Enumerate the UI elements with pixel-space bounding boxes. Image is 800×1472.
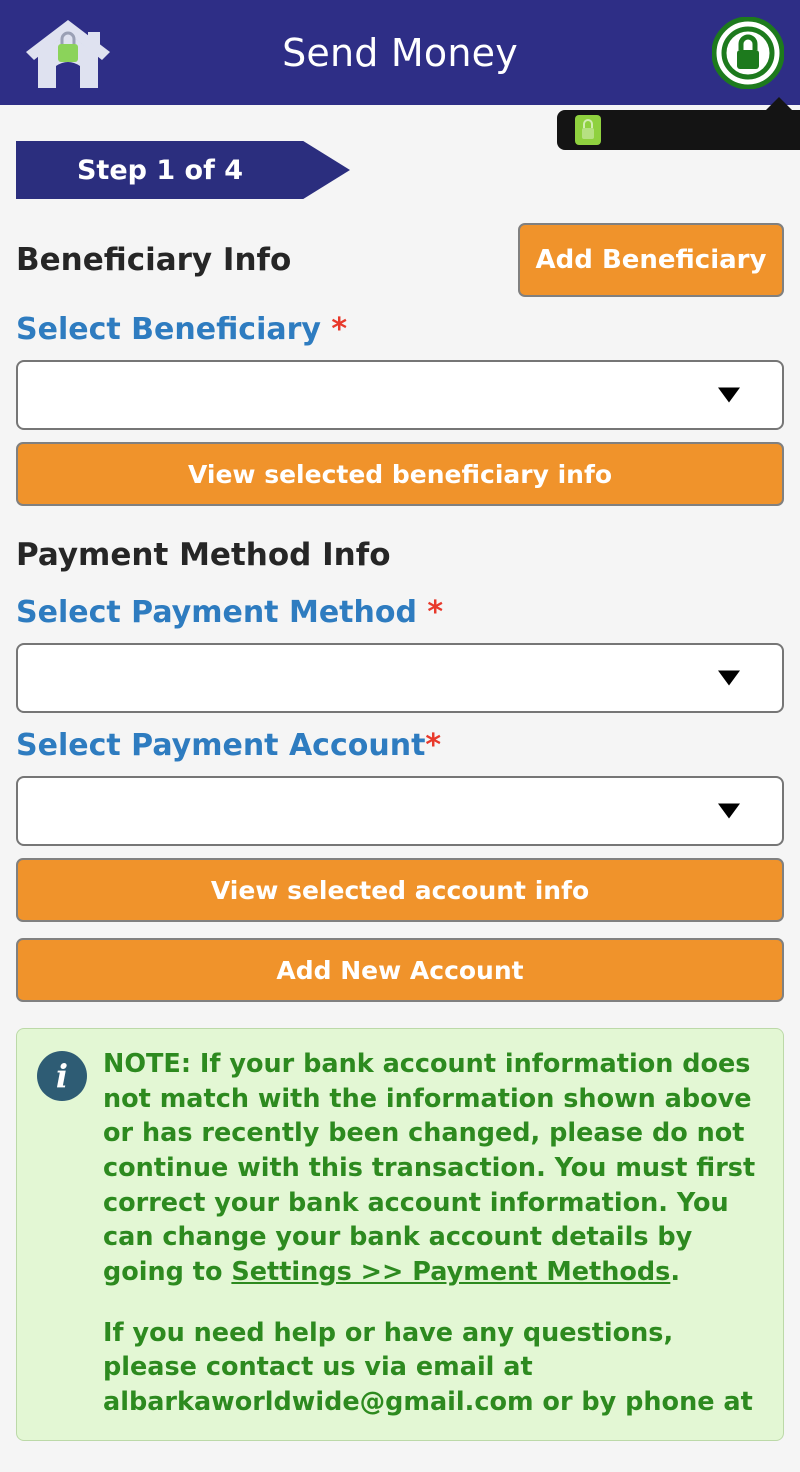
select-beneficiary-label-text: Select Beneficiary (16, 312, 321, 347)
green-lock-icon (575, 115, 601, 145)
beneficiary-section-title: Beneficiary Info (16, 242, 292, 278)
chevron-down-icon (718, 387, 740, 403)
select-payment-method-label-text: Select Payment Method (16, 595, 417, 630)
select-payment-method-label: Select Payment Method * (16, 596, 784, 629)
view-account-info-button[interactable]: View selected account info (16, 858, 784, 922)
select-beneficiary-dropdown[interactable] (16, 360, 784, 430)
main-content: Beneficiary Info Add Beneficiary Select … (0, 223, 800, 1441)
note-text-container: NOTE: If your bank account information d… (103, 1047, 761, 1420)
required-asterisk: * (425, 728, 442, 763)
payment-header-row: Payment Method Info (16, 530, 784, 580)
note-paragraph-1: NOTE: If your bank account information d… (103, 1047, 761, 1290)
note-paragraph-1-part-1: NOTE: If your bank account information d… (103, 1049, 756, 1288)
view-beneficiary-info-button[interactable]: View selected beneficiary info (16, 442, 784, 506)
note-paragraph-1-part-2: . (670, 1257, 681, 1288)
select-payment-account-dropdown[interactable] (16, 776, 784, 846)
select-beneficiary-label: Select Beneficiary * (16, 313, 784, 346)
page-title: Send Money (282, 30, 518, 75)
add-beneficiary-button[interactable]: Add Beneficiary (518, 223, 784, 297)
beneficiary-header-row: Beneficiary Info Add Beneficiary (16, 223, 784, 297)
select-payment-account-label-text: Select Payment Account (16, 728, 426, 763)
note-paragraph-2: If you need help or have any questions, … (103, 1317, 753, 1418)
step-banner: Step 1 of 4 (16, 141, 350, 199)
required-asterisk: * (331, 312, 348, 347)
step-label: Step 1 of 4 (76, 154, 244, 186)
required-asterisk: * (427, 595, 444, 630)
settings-payment-methods-link[interactable]: Settings >> Payment Methods (231, 1257, 670, 1287)
secure-lock-circle-icon[interactable] (711, 16, 785, 89)
add-new-account-button[interactable]: Add New Account (16, 938, 784, 1002)
payment-section-title: Payment Method Info (16, 537, 391, 573)
note-box: i NOTE: If your bank account information… (16, 1028, 784, 1441)
chevron-down-icon (718, 670, 740, 686)
tooltip-arrow-icon (765, 97, 793, 111)
select-payment-account-label: Select Payment Account* (16, 729, 784, 762)
app-header: Send Money (0, 0, 800, 105)
secure-tooltip[interactable] (557, 97, 800, 150)
info-icon: i (37, 1051, 87, 1101)
chevron-down-icon (718, 803, 740, 819)
home-lock-icon[interactable] (22, 14, 114, 92)
select-payment-method-dropdown[interactable] (16, 643, 784, 713)
